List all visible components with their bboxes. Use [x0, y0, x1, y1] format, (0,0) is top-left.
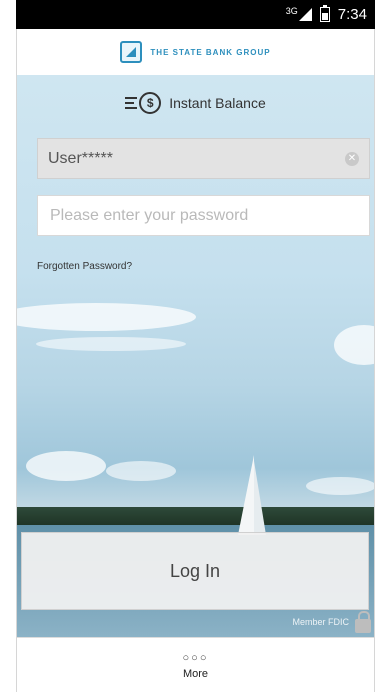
- status-time: 7:34: [337, 6, 367, 23]
- password-input[interactable]: [48, 205, 359, 226]
- right-frame: [374, 0, 391, 692]
- username-field[interactable]: User***** ✕: [37, 138, 370, 179]
- username-value: User*****: [48, 149, 113, 167]
- fdic-badge: Member FDIC: [292, 609, 371, 635]
- sail: [254, 461, 266, 535]
- cloud: [36, 337, 186, 351]
- more-icon[interactable]: ○○○: [183, 652, 209, 664]
- battery-icon: [319, 5, 330, 22]
- forgot-password-link[interactable]: Forgotten Password?: [37, 261, 132, 272]
- clear-icon[interactable]: ✕: [345, 151, 359, 166]
- network-type: 3G: [285, 5, 298, 16]
- instant-balance-label: Instant Balance: [169, 95, 266, 111]
- cloud: [306, 477, 375, 495]
- cloud: [334, 325, 375, 365]
- treeline: [16, 507, 375, 525]
- bottom-nav: ○○○ More: [16, 637, 375, 693]
- password-field[interactable]: [37, 195, 370, 236]
- login-button[interactable]: Log In: [21, 532, 369, 610]
- cloud: [106, 461, 176, 481]
- instant-balance[interactable]: $ Instant Balance: [16, 92, 375, 114]
- cloud: [16, 303, 196, 331]
- brand-header: THE STATE BANK GROUP: [16, 29, 375, 75]
- bank-name: THE STATE BANK GROUP: [150, 47, 271, 57]
- more-button[interactable]: More: [183, 668, 208, 680]
- bank-logo-icon: [120, 41, 143, 63]
- signal-icon: [298, 8, 312, 21]
- left-frame: [0, 0, 17, 692]
- lock-icon: [355, 611, 371, 633]
- sail: [238, 455, 254, 535]
- fdic-label: Member FDIC: [292, 617, 349, 627]
- status-bar: 3G 7:34: [16, 0, 375, 29]
- cloud: [26, 451, 106, 481]
- instant-balance-icon: $: [125, 92, 162, 114]
